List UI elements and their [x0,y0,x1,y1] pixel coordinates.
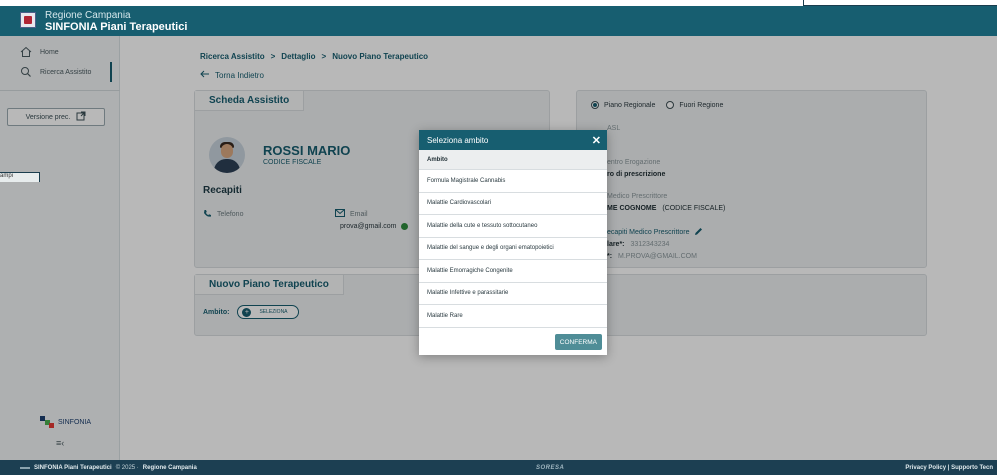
footer-left: SINFONIA Piani Terapeutici © 2025 · Regi… [20,465,197,471]
ambito-option[interactable]: Malattie del sangue e degli organi emato… [419,238,607,260]
ambito-option[interactable]: Malattie Cardiovascolari [419,193,607,215]
ambito-option[interactable]: Malattie Rare [419,305,607,328]
ambito-option[interactable]: Malattie Emorragiche Congenite [419,260,607,283]
header-org: Regione Campania [45,10,131,21]
ambito-list-header: Ambito [419,150,607,170]
close-icon[interactable]: ✕ [592,134,601,147]
region-logo-icon [20,12,36,28]
conferma-button[interactable]: CONFERMA [554,334,602,350]
footer: SINFONIA Piani Terapeutici © 2025 · Regi… [0,460,997,475]
footer-copyright: © 2025 · [115,464,139,471]
footer-region[interactable]: Regione Campania [143,465,197,471]
ambito-option[interactable]: Formula Magistrale Cannabis [419,170,607,193]
ambito-list: Ambito Formula Magistrale Cannabis Malat… [419,150,607,328]
ambito-option[interactable]: Malattie della cute e tessuto sottocutan… [419,215,607,238]
footer-app-name: SINFONIA Piani Terapeutici [34,464,112,471]
ambito-option[interactable]: Malattie Infettive e parassitarie [419,283,607,305]
seleziona-ambito-modal: Seleziona ambito ✕ Ambito Formula Magist… [419,130,607,355]
app-header: Regione Campania SINFONIA Piani Terapeut… [0,6,997,36]
soresa-logo: SORESA [536,464,565,471]
footer-links[interactable]: Privacy Policy | Supporto Tecn [905,465,993,471]
clipped-tab: ampi [0,172,40,182]
modal-header: Seleziona ambito ✕ [419,130,607,150]
header-app-title: SINFONIA Piani Terapeutici [45,21,188,33]
modal-title: Seleziona ambito [427,135,489,145]
footer-logo-icon [20,466,30,469]
